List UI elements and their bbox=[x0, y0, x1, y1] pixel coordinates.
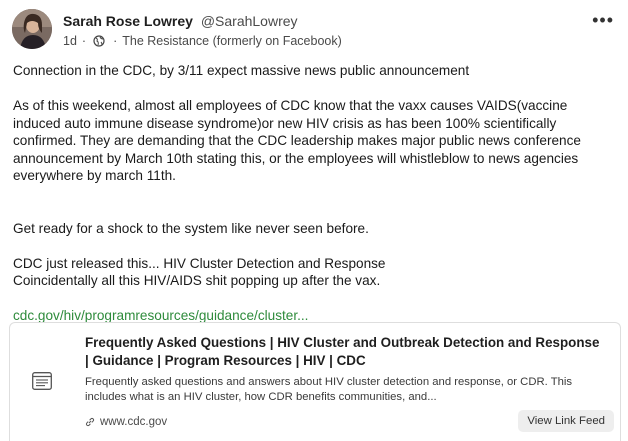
post-age[interactable]: 1d bbox=[63, 34, 77, 48]
post-paragraph: Connection in the CDC, by 3/11 expect ma… bbox=[13, 63, 470, 78]
post-body: Connection in the CDC, by 3/11 expect ma… bbox=[13, 62, 618, 325]
post-paragraph: CDC just released this... HIV Cluster De… bbox=[13, 255, 386, 271]
post-paragraph: Coincidentally all this HIV/AIDS shit po… bbox=[13, 273, 381, 288]
globe-icon bbox=[93, 35, 105, 47]
article-icon bbox=[32, 372, 52, 390]
group-name[interactable]: The Resistance (formerly on Facebook) bbox=[122, 34, 342, 48]
more-options-icon[interactable]: ••• bbox=[592, 10, 614, 31]
post-link[interactable]: cdc.gov/hiv/programresources/guidance/cl… bbox=[13, 308, 308, 323]
separator-dot: · bbox=[81, 34, 87, 48]
author-line: Sarah Rose Lowrey @SarahLowrey bbox=[63, 13, 298, 29]
post: Sarah Rose Lowrey @SarahLowrey 1d · · Th… bbox=[0, 0, 628, 441]
view-link-feed-button[interactable]: View Link Feed bbox=[518, 410, 614, 432]
post-meta: 1d · · The Resistance (formerly on Faceb… bbox=[63, 34, 342, 48]
card-description: Frequently asked questions and answers a… bbox=[85, 376, 573, 403]
card-title[interactable]: Frequently Asked Questions | HIV Cluster… bbox=[85, 334, 605, 370]
avatar[interactable] bbox=[12, 9, 52, 49]
link-preview-card[interactable]: Frequently Asked Questions | HIV Cluster… bbox=[9, 322, 621, 441]
card-domain: www.cdc.gov bbox=[85, 416, 167, 428]
post-paragraph: As of this weekend, almost all employees… bbox=[13, 98, 581, 183]
author-name[interactable]: Sarah Rose Lowrey bbox=[63, 13, 193, 29]
post-paragraph: Get ready for a shock to the system like… bbox=[13, 220, 369, 236]
card-icon-area bbox=[10, 323, 76, 441]
profile-photo-icon bbox=[12, 9, 52, 49]
card-domain-text: www.cdc.gov bbox=[100, 416, 168, 428]
link-icon bbox=[85, 417, 95, 427]
author-handle[interactable]: @SarahLowrey bbox=[201, 13, 298, 29]
separator-dot: · bbox=[113, 34, 118, 48]
